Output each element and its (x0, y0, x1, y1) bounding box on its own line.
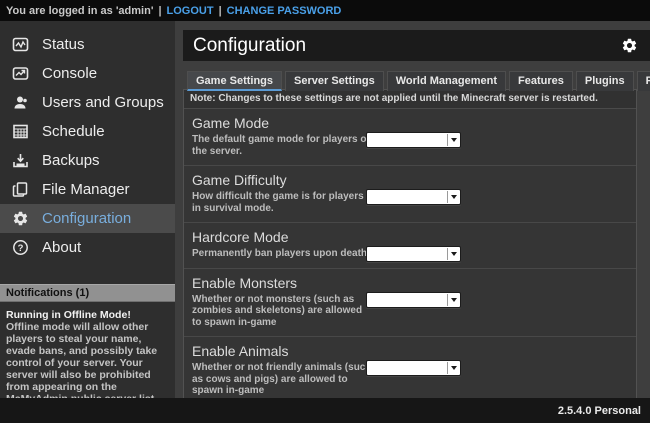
console-icon (12, 65, 29, 82)
sidebar-item-about[interactable]: ? About (0, 233, 175, 262)
sidebar-item-users-and-groups[interactable]: Users and Groups (0, 88, 175, 117)
tab-bar: Game SettingsServer SettingsWorld Manage… (187, 71, 650, 91)
sidebar: Status Console Users and Groups Schedule Bac… (0, 21, 175, 398)
change-password-link[interactable]: CHANGE PASSWORD (227, 5, 342, 17)
backups-icon (12, 152, 29, 169)
setting-row-game-difficulty: Game Difficulty How difficult the game is… (184, 166, 636, 223)
setting-row-game-mode: Game Mode The default game mode for playe… (184, 109, 636, 166)
gear-icon[interactable] (621, 37, 638, 54)
schedule-icon (12, 123, 29, 140)
sidebar-item-label: Console (42, 65, 97, 82)
sidebar-item-label: Users and Groups (42, 94, 164, 111)
tab-preferences[interactable]: Preferences (637, 71, 650, 91)
setting-name: Hardcore Mode (192, 229, 628, 245)
setting-name: Enable Animals (192, 343, 628, 359)
sidebar-item-label: Schedule (42, 123, 105, 140)
setting-name: Game Mode (192, 115, 628, 131)
sidebar-nav: Status Console Users and Groups Schedule Bac… (0, 21, 175, 262)
sidebar-item-schedule[interactable]: Schedule (0, 117, 175, 146)
main-content: Configuration Game SettingsServer Settin… (175, 21, 650, 398)
users-icon (12, 94, 29, 111)
settings-list: Game Mode The default game mode for playe… (184, 109, 636, 398)
setting-dropdown[interactable] (366, 360, 461, 376)
setting-description: The default game mode for players on the… (192, 134, 374, 157)
setting-description: How difficult the game is for players in… (192, 191, 374, 214)
footer: 2.5.4.0 Personal (0, 398, 650, 423)
setting-description: Permanently ban players upon death. (192, 248, 374, 260)
setting-row-enable-monsters: Enable Monsters Whether or not monsters (… (184, 269, 636, 338)
logged-in-text: You are logged in as 'admin' (6, 5, 153, 17)
setting-description: Whether or not friendly animals (such as… (192, 362, 374, 397)
page-title: Configuration (193, 35, 621, 57)
setting-row-enable-animals: Enable Animals Whether or not friendly an… (184, 337, 636, 398)
status-icon (12, 36, 29, 53)
chevron-down-icon (447, 362, 459, 374)
sidebar-item-label: File Manager (42, 181, 130, 198)
setting-description: Whether or not monsters (such as zombies… (192, 294, 374, 329)
setting-dropdown[interactable] (366, 189, 461, 205)
sidebar-item-file-manager[interactable]: File Manager (0, 175, 175, 204)
tab-server-settings[interactable]: Server Settings (285, 71, 384, 91)
sidebar-item-label: Status (42, 36, 85, 53)
svg-text:?: ? (18, 243, 24, 254)
tab-world-management[interactable]: World Management (387, 71, 506, 91)
sidebar-item-console[interactable]: Console (0, 59, 175, 88)
tab-game-settings[interactable]: Game Settings (187, 71, 282, 91)
chevron-down-icon (447, 248, 459, 260)
chevron-down-icon (447, 294, 459, 306)
page-header: Configuration (183, 30, 650, 61)
version-label: 2.5.4.0 Personal (558, 405, 641, 417)
file-manager-icon (12, 181, 29, 198)
sidebar-item-configuration[interactable]: Configuration (0, 204, 175, 233)
logout-link[interactable]: LOGOUT (167, 5, 214, 17)
sidebar-item-label: Backups (42, 152, 100, 169)
setting-row-hardcore-mode: Hardcore Mode Permanently ban players upo… (184, 223, 636, 269)
settings-panel: Note: Changes to these settings are not … (183, 89, 637, 398)
setting-dropdown[interactable] (366, 246, 461, 262)
restart-note: Note: Changes to these settings are not … (184, 90, 636, 109)
chevron-down-icon (447, 191, 459, 203)
notifications-header: Notifications (1) (0, 284, 175, 302)
sidebar-item-status[interactable]: Status (0, 30, 175, 59)
tab-features[interactable]: Features (509, 71, 573, 91)
question-icon: ? (12, 239, 29, 256)
setting-name: Enable Monsters (192, 275, 628, 291)
sidebar-item-label: Configuration (42, 210, 131, 227)
tab-plugins[interactable]: Plugins (576, 71, 634, 91)
separator: | (153, 5, 166, 17)
chevron-down-icon (447, 134, 459, 146)
topbar: You are logged in as 'admin'|LOGOUT|CHAN… (0, 0, 650, 21)
notification-title: Running in Offline Mode! (6, 309, 168, 321)
gear-icon (12, 210, 29, 227)
sidebar-item-backups[interactable]: Backups (0, 146, 175, 175)
sidebar-item-label: About (42, 239, 81, 256)
setting-dropdown[interactable] (366, 292, 461, 308)
separator: | (214, 5, 227, 17)
setting-name: Game Difficulty (192, 172, 628, 188)
setting-dropdown[interactable] (366, 132, 461, 148)
